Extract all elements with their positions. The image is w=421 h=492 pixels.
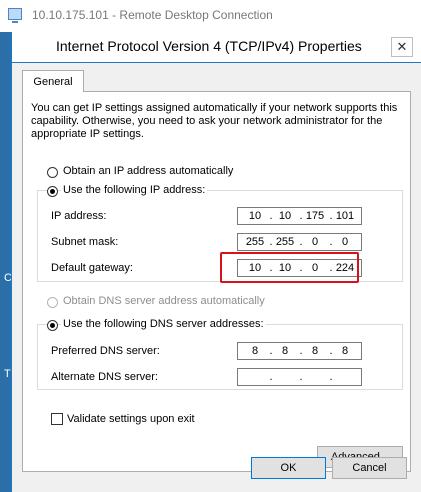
preferred-dns-input[interactable]: 8 . 8 . 8 . 8 <box>237 342 362 360</box>
rdc-title-bar: 10.10.175.101 - Remote Desktop Connectio… <box>0 0 421 33</box>
dns-manual-radio[interactable] <box>47 320 58 331</box>
desktop-icon-label: T <box>4 368 11 380</box>
ip-octet: 10 <box>248 210 262 222</box>
validate-checkbox[interactable] <box>51 413 63 425</box>
subnet-mask-label: Subnet mask: <box>51 236 119 248</box>
ip-octet: 175 <box>305 210 325 222</box>
description-text: You can get IP settings assigned automat… <box>31 102 398 140</box>
ip-octet: 0 <box>341 236 349 248</box>
remote-desktop-icon <box>8 8 22 23</box>
tab-general[interactable]: General <box>22 70 84 92</box>
ok-button[interactable]: OK <box>251 457 326 479</box>
subnet-mask-input[interactable]: 255 . 255 . 0 . 0 <box>237 233 362 251</box>
ip-octet: 8 <box>341 345 349 357</box>
ip-octet: 255 <box>245 236 265 248</box>
dialog-title-bar: Internet Protocol Version 4 (TCP/IPv4) P… <box>12 32 421 63</box>
alternate-dns-input[interactable]: . . . <box>237 368 362 386</box>
dns-auto-label: Obtain DNS server address automatically <box>63 295 265 307</box>
preferred-dns-label: Preferred DNS server: <box>51 345 160 357</box>
close-button[interactable]: ✕ <box>391 37 413 57</box>
ip-octet: 8 <box>281 345 289 357</box>
ip-dot: . <box>299 371 303 383</box>
ip-auto-label: Obtain an IP address automatically <box>63 165 234 177</box>
gateway-highlight-box <box>220 252 359 283</box>
ip-dot: . <box>329 371 333 383</box>
alternate-dns-label: Alternate DNS server: <box>51 371 158 383</box>
ip-octet: 101 <box>335 210 355 222</box>
cancel-button[interactable]: Cancel <box>332 457 407 479</box>
rdc-window-title: 10.10.175.101 - Remote Desktop Connectio… <box>32 8 273 22</box>
dialog-title: Internet Protocol Version 4 (TCP/IPv4) P… <box>56 38 362 54</box>
ip-octet: 8 <box>311 345 319 357</box>
ip-manual-radio[interactable] <box>47 186 58 197</box>
ip-manual-label: Use the following IP address: <box>61 184 208 196</box>
close-icon: ✕ <box>396 39 408 54</box>
ip-address-label: IP address: <box>51 210 107 222</box>
ip-octet: 10 <box>278 210 292 222</box>
ipv4-properties-dialog: Internet Protocol Version 4 (TCP/IPv4) P… <box>11 32 421 492</box>
dns-manual-label: Use the following DNS server addresses: <box>61 318 266 330</box>
ip-octet: 8 <box>251 345 259 357</box>
ip-address-input[interactable]: 10 . 10 . 175 . 101 <box>237 207 362 225</box>
ip-dot: . <box>269 371 273 383</box>
ip-octet: 0 <box>311 236 319 248</box>
dns-auto-radio[interactable] <box>47 297 58 308</box>
validate-label: Validate settings upon exit <box>67 413 195 425</box>
ip-octet: 255 <box>275 236 295 248</box>
default-gateway-label: Default gateway: <box>51 262 133 274</box>
ip-auto-radio[interactable] <box>47 167 58 178</box>
